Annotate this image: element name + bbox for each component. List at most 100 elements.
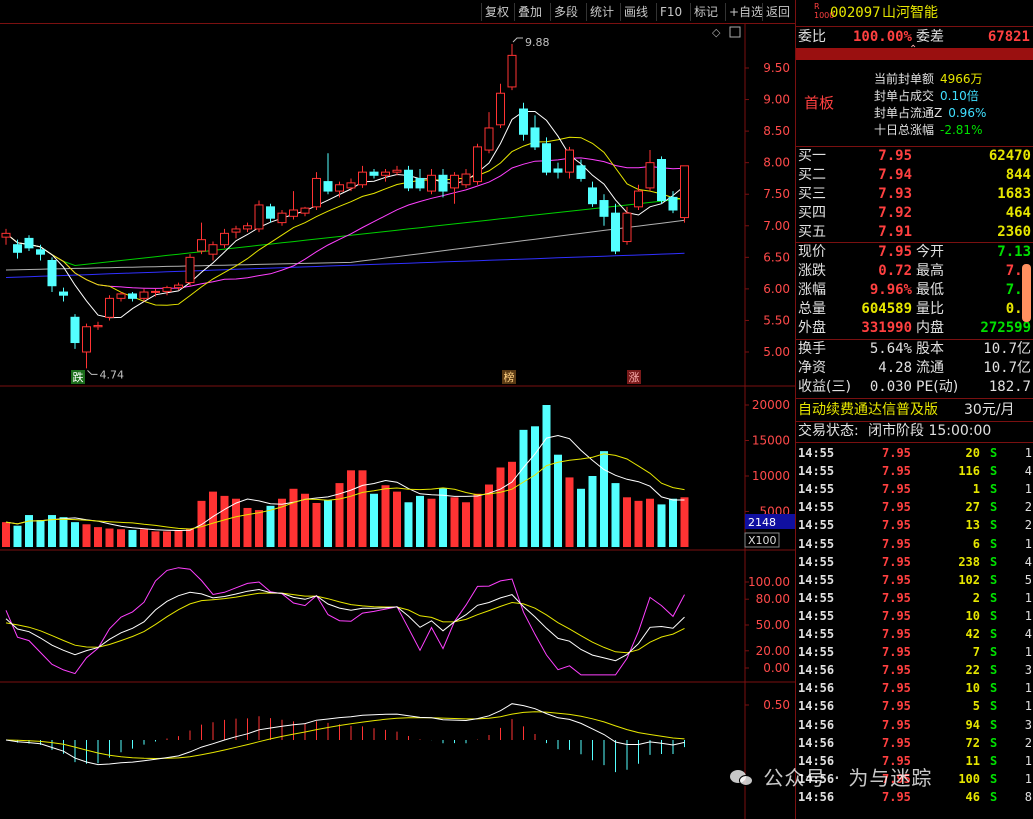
- tick-count: 5: [1024, 572, 1032, 587]
- tick-side: S: [990, 590, 998, 605]
- candle-up: [473, 146, 482, 183]
- tick-volume: 5: [972, 699, 980, 714]
- tick-time: 14:55: [798, 500, 835, 515]
- bid-volume: 62470: [988, 148, 1031, 164]
- tick-volume: 20: [965, 446, 980, 460]
- volume-bar: [634, 500, 643, 547]
- toolbar-button-1[interactable]: 叠加: [514, 3, 545, 21]
- volume-bar: [128, 529, 137, 547]
- bid-row[interactable]: 买一 7.95 62470: [796, 147, 1033, 166]
- tick-time: 14:55: [798, 590, 835, 605]
- quote-label: 总量: [798, 301, 826, 317]
- tick-row[interactable]: 14:55 7.95 116 S 4: [796, 462, 1033, 480]
- candle-up: [243, 225, 252, 230]
- tick-time: 14:56: [798, 699, 835, 714]
- collapse-bar[interactable]: ⌃: [796, 44, 1033, 60]
- fund-label: 净资: [798, 360, 826, 376]
- toolbar-button-4[interactable]: 画线: [620, 3, 651, 21]
- candle-down: [128, 293, 137, 299]
- toolbar-button-5[interactable]: F10: [656, 3, 685, 21]
- tick-row[interactable]: 14:55 7.95 7 S 1: [796, 643, 1033, 661]
- toolbar-button-0[interactable]: 复权: [481, 3, 512, 21]
- ma120-line: [5, 219, 685, 271]
- toolbar-button-8[interactable]: 返回: [762, 3, 793, 21]
- bid-row[interactable]: 买三 7.93 1683: [796, 185, 1033, 204]
- tick-time: 14:55: [798, 518, 835, 533]
- promo-text[interactable]: 自动续费通达信普及版: [798, 401, 938, 420]
- bid-row[interactable]: 买四 7.92 464: [796, 204, 1033, 223]
- fund-value: 5.64%: [869, 341, 912, 357]
- quote-panel: R 1000 002097 山河智能 委比 100.00% 委差 67821 ⌃…: [795, 0, 1033, 819]
- watermark: 公众号 · 为与迷踪: [730, 762, 932, 791]
- candle-up: [496, 92, 505, 126]
- quote-label: 内盘: [916, 320, 944, 336]
- candle-up: [139, 291, 149, 299]
- tick-price: 7.95: [882, 536, 911, 551]
- volume-bar: [255, 510, 263, 547]
- quote-label: 涨跌: [798, 263, 826, 279]
- macd-dif-line: [5, 703, 685, 766]
- tick-row[interactable]: 14:56 7.95 22 S 3: [796, 661, 1033, 679]
- tick-volume: 46: [965, 789, 980, 804]
- price-axis-label: 5.00: [763, 345, 790, 359]
- candle-up: [197, 239, 206, 252]
- first-board-line: 当前封单额 4966万: [874, 70, 983, 87]
- kdj-j-line: [5, 567, 685, 676]
- tick-row[interactable]: 14:56 7.95 94 S 3: [796, 716, 1033, 734]
- tick-count: 4: [1024, 554, 1032, 569]
- tick-row[interactable]: 14:55 7.95 238 S 4: [796, 553, 1033, 571]
- quote-label: 外盘: [798, 320, 826, 336]
- tick-time: 14:56: [798, 735, 835, 750]
- bid-label: 买五: [798, 224, 826, 240]
- tick-row[interactable]: 14:55 7.95 13 S 2: [796, 516, 1033, 534]
- tick-volume: 2: [972, 590, 980, 605]
- tick-side: S: [990, 753, 998, 768]
- trade-status-label: 交易状态:: [798, 423, 859, 439]
- tick-side: S: [990, 500, 998, 515]
- tick-row[interactable]: 14:56 7.95 72 S 2: [796, 734, 1033, 752]
- quote-scrollbar[interactable]: [1022, 264, 1031, 322]
- bid-label: 买二: [798, 167, 826, 183]
- fund-value: 10.7亿: [983, 360, 1031, 376]
- tick-row[interactable]: 14:55 7.95 6 S 1: [796, 535, 1033, 553]
- tick-row[interactable]: 14:55 7.95 102 S 5: [796, 571, 1033, 589]
- toolbar-button-6[interactable]: 标记: [690, 3, 721, 21]
- bid-row[interactable]: 买二 7.94 844: [796, 166, 1033, 185]
- tick-row[interactable]: 14:56 7.95 10 S 1: [796, 679, 1033, 697]
- toolbar-button-2[interactable]: 多段: [550, 3, 581, 21]
- tick-time: 14:55: [798, 572, 835, 587]
- tick-row[interactable]: 14:55 7.95 42 S 4: [796, 625, 1033, 643]
- toolbar-button-7[interactable]: +自选: [725, 3, 766, 21]
- tick-row[interactable]: 14:55 7.95 27 S 2: [796, 498, 1033, 516]
- toolbar-button-3[interactable]: 统计: [586, 3, 617, 21]
- tick-row[interactable]: 14:55 7.95 10 S 1: [796, 607, 1033, 625]
- promo-price[interactable]: 30元/月: [964, 401, 1015, 420]
- candle-down: [323, 181, 333, 192]
- tick-price: 7.95: [882, 482, 911, 497]
- tick-time: 14:55: [798, 446, 835, 460]
- first-board-line: 十日总涨幅 -2.81%: [874, 121, 982, 138]
- candle-up: [565, 149, 574, 173]
- tick-price: 7.95: [882, 645, 911, 660]
- candle-down: [70, 316, 80, 344]
- tick-count: 1: [1024, 771, 1032, 786]
- quote-row: 涨幅 9.96% 最低 7.0: [796, 281, 1033, 300]
- wc-label: 委差: [916, 29, 944, 45]
- fund-label: 换手: [798, 341, 826, 357]
- tick-row[interactable]: 14:56 7.95 5 S 1: [796, 697, 1033, 715]
- tick-count: 4: [1024, 464, 1032, 479]
- candle-down: [47, 259, 57, 287]
- tick-row[interactable]: 14:55 7.95 20 S 1: [796, 444, 1033, 462]
- bid-volume: 464: [1005, 205, 1031, 221]
- candle-down: [404, 169, 413, 189]
- tick-row[interactable]: 14:55 7.95 1 S 1: [796, 480, 1033, 498]
- kline-chart[interactable]: 9.50 9.00 8.50 8.00 7.50 7.00 6.50 6.00 5.50 5.00…: [0, 24, 795, 819]
- tick-row[interactable]: 14:55 7.95 2 S 1: [796, 589, 1033, 607]
- bid-row[interactable]: 买五 7.91 2360: [796, 223, 1033, 242]
- promo-row[interactable]: 自动续费通达信普及版 30元/月: [796, 401, 1033, 421]
- volume-bar: [82, 524, 91, 547]
- volume-bar: [623, 497, 631, 547]
- tick-time: 14:55: [798, 464, 835, 479]
- candle-up: [622, 212, 632, 243]
- tick-side: S: [990, 699, 998, 714]
